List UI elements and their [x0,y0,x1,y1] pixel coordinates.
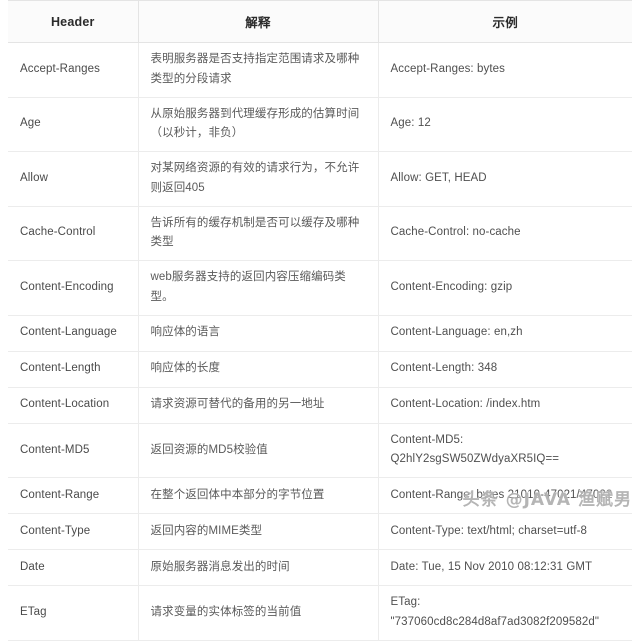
table-row: Accept-Ranges 表明服务器是否支持指定范围请求及哪种类型的分段请求 … [8,42,632,98]
example-line-1: Content-MD5: [390,433,464,446]
example-multiline: ETag: "737060cd8c284d8af7ad3082f209582d" [391,593,621,633]
cell-example: Cache-Control: no-cache [378,206,632,262]
cell-example: Accept-Ranges: bytes [378,42,632,98]
cell-example: Content-Language: en,zh [378,315,632,352]
cell-header-name: Age [8,97,139,153]
example-line-1: ETag: [390,596,421,609]
cell-header-name: Allow [8,151,139,207]
table-row: Content-Location 请求资源可替代的备用的另一地址 Content… [8,387,632,424]
cell-description: 返回内容的MIME类型 [138,513,379,551]
cell-description: 请求变量的实体标签的当前值 [138,585,379,641]
http-headers-table: Header 解释 示例 Accept-Ranges 表明服务器是否支持指定范围… [8,0,632,641]
table-row: Content-Type 返回内容的MIME类型 Content-Type: t… [8,513,632,551]
cell-example: Content-Length: 348 [378,351,632,388]
table-row: Allow 对某网络资源的有效的请求行为，不允许则返回405 Allow: GE… [8,151,632,207]
table-row: Date 原始服务器消息发出的时间 Date: Tue, 15 Nov 2010… [8,549,632,587]
cell-example: Content-Encoding: gzip [378,260,632,316]
cell-description: 从原始服务器到代理缓存形成的估算时间（以秒计，非负） [138,97,379,153]
cell-description: web服务器支持的返回内容压缩编码类型。 [138,260,379,316]
cell-header-name: Content-Length [8,351,139,388]
cell-example: ETag: "737060cd8c284d8af7ad3082f209582d" [378,585,632,641]
table-row: Content-Range 在整个返回体中本部分的字节位置 Content-Ra… [8,477,632,515]
cell-example: Age: 12 [378,97,632,153]
cell-example: Content-Range: bytes 21010-47021/47022 [378,477,632,515]
table-row: ETag 请求变量的实体标签的当前值 ETag: "737060cd8c284d… [8,585,632,641]
cell-example: Content-Location: /index.htm [378,387,632,424]
column-header-header: Header [8,0,139,43]
table-body: Accept-Ranges 表明服务器是否支持指定范围请求及哪种类型的分段请求 … [8,42,632,641]
cell-description: 原始服务器消息发出的时间 [138,549,379,587]
cell-example: Content-MD5: Q2hlY2sgSW50ZWdyaXR5IQ== [378,423,632,479]
table-header-row: Header 解释 示例 [8,0,632,43]
table-row: Content-Length 响应体的长度 Content-Length: 34… [8,351,632,388]
table-row: Content-Language 响应体的语言 Content-Language… [8,315,632,352]
column-header-example: 示例 [378,0,632,43]
cell-header-name: Content-Language [8,315,139,352]
cell-header-name: Cache-Control [8,206,139,262]
cell-header-name: Content-Type [8,513,139,551]
cell-description: 响应体的长度 [138,351,379,388]
cell-example: Content-Type: text/html; charset=utf-8 [378,513,632,551]
cell-header-name: Content-Encoding [8,260,139,316]
cell-header-name: ETag [8,585,139,641]
example-line-2: Q2hlY2sgSW50ZWdyaXR5IQ== [390,453,560,466]
cell-header-name: Content-Location [8,387,139,424]
table-row: Age 从原始服务器到代理缓存形成的估算时间（以秒计，非负） Age: 12 [8,97,632,153]
table-row: Content-Encoding web服务器支持的返回内容压缩编码类型。 Co… [8,260,632,316]
cell-description: 对某网络资源的有效的请求行为，不允许则返回405 [138,151,379,207]
cell-description: 表明服务器是否支持指定范围请求及哪种类型的分段请求 [138,42,379,98]
cell-description: 响应体的语言 [138,315,379,352]
cell-header-name: Content-Range [8,477,139,515]
cell-description: 在整个返回体中本部分的字节位置 [138,477,379,515]
cell-header-name: Content-MD5 [8,423,139,479]
cell-example: Allow: GET, HEAD [378,151,632,207]
example-line-2: "737060cd8c284d8af7ad3082f209582d" [390,615,600,628]
table-head: Header 解释 示例 [8,0,632,43]
cell-description: 返回资源的MD5校验值 [138,423,379,479]
example-multiline: Content-MD5: Q2hlY2sgSW50ZWdyaXR5IQ== [391,431,621,471]
column-header-desc: 解释 [138,0,379,43]
table-row: Content-MD5 返回资源的MD5校验值 Content-MD5: Q2h… [8,423,632,479]
cell-header-name: Date [8,549,139,587]
table-row: Cache-Control 告诉所有的缓存机制是否可以缓存及哪种类型 Cache… [8,206,632,262]
table-container: Header 解释 示例 Accept-Ranges 表明服务器是否支持指定范围… [0,0,640,641]
cell-description: 请求资源可替代的备用的另一地址 [138,387,379,424]
cell-description: 告诉所有的缓存机制是否可以缓存及哪种类型 [138,206,379,262]
cell-example: Date: Tue, 15 Nov 2010 08:12:31 GMT [378,549,632,587]
cell-header-name: Accept-Ranges [8,42,139,98]
